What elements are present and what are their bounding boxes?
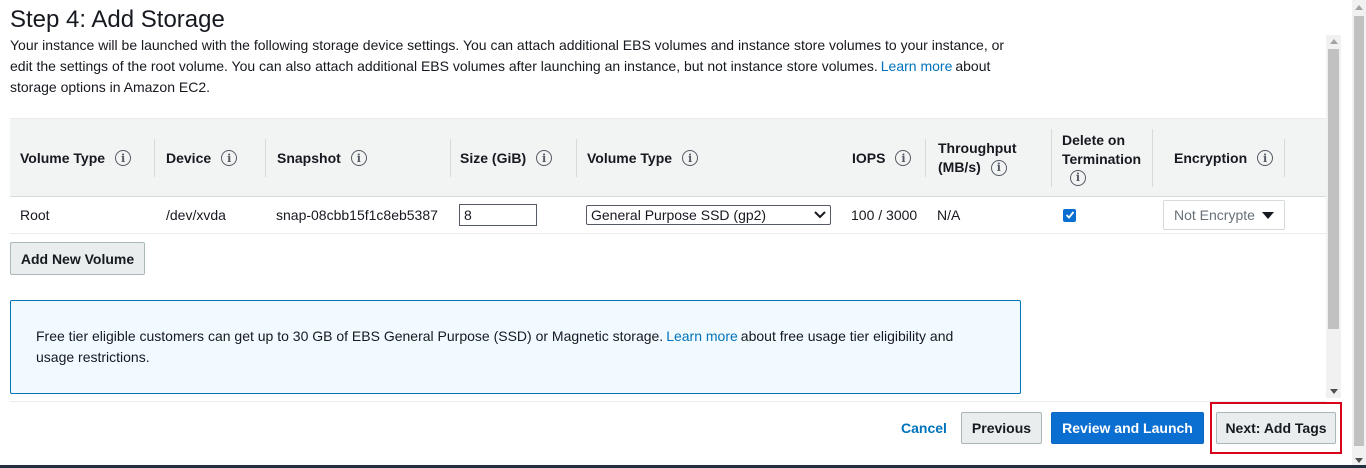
chevron-down-icon (814, 211, 826, 219)
footer-divider (10, 401, 1326, 402)
info-icon[interactable]: i (990, 159, 1007, 176)
header-label: Termination (1062, 150, 1142, 167)
header-device: Device i (166, 119, 266, 197)
table-header: Volume Type i Device i Snapshot i Size (… (10, 118, 1326, 197)
volume-type-value: General Purpose SSD (gp2) (591, 207, 767, 223)
info-icon[interactable]: i (221, 150, 238, 166)
info-box-text: Free tier eligible customers can get up … (36, 328, 664, 344)
column-divider (154, 139, 155, 177)
info-icon[interactable]: i (1257, 150, 1274, 166)
scroll-up-arrow-icon[interactable] (1355, 5, 1363, 10)
learn-more-link[interactable]: Learn more (881, 58, 953, 74)
header-size: Size (GiB) i (460, 119, 577, 197)
content-scrollbar[interactable] (1326, 35, 1341, 398)
page-scrollbar[interactable] (1352, 0, 1366, 468)
cell-throughput: N/A (937, 207, 961, 223)
header-label: Volume Type (587, 149, 673, 166)
table-row: Root /dev/xvda snap-08cbb15f1c8eb5387 Ge… (10, 197, 1326, 234)
add-new-volume-button[interactable]: Add New Volume (10, 242, 145, 275)
volume-type-select[interactable]: General Purpose SSD (gp2) (586, 205, 831, 225)
page-description: Your instance will be launched with the … (10, 35, 1020, 98)
review-and-launch-button[interactable]: Review and Launch (1051, 412, 1204, 444)
delete-on-termination-checkbox[interactable] (1063, 208, 1076, 222)
info-icon[interactable]: i (536, 150, 553, 166)
info-icon[interactable]: i (682, 150, 699, 166)
scroll-down-arrow-icon[interactable] (1330, 389, 1338, 394)
column-divider (1152, 129, 1153, 187)
cell-volume-type: Root (20, 207, 50, 223)
cell-ebs-volume-type: General Purpose SSD (gp2) (586, 197, 831, 233)
header-iops: IOPS i (852, 119, 926, 197)
scrollbar-thumb[interactable] (1328, 49, 1339, 329)
description-text: Your instance will be launched with the … (10, 37, 1005, 74)
header-stack: Delete on Termination i (1062, 131, 1141, 186)
header-encryption: Encryption i (1174, 119, 1285, 197)
scroll-down-arrow-icon[interactable] (1355, 458, 1363, 463)
header-label: Encryption (1174, 149, 1248, 166)
column-divider (265, 139, 266, 177)
header-label: Device (166, 149, 212, 166)
header-label: Delete on (1062, 131, 1126, 148)
cell-iops: 100 / 3000 (851, 207, 918, 223)
header-stack: Throughput (MB/s) i (938, 139, 1017, 177)
scroll-up-arrow-icon[interactable] (1330, 39, 1338, 44)
info-icon[interactable]: i (115, 150, 132, 166)
previous-button[interactable]: Previous (961, 412, 1042, 444)
size-input[interactable] (459, 204, 537, 226)
checkmark-icon (1065, 211, 1074, 219)
column-divider (1051, 129, 1052, 187)
header-label-row: (MB/s) i (938, 158, 1017, 177)
page-title: Step 4: Add Storage (10, 6, 225, 33)
column-divider (1284, 139, 1285, 177)
encryption-value: Not Encrypte (1174, 207, 1255, 223)
header-snapshot: Snapshot i (277, 119, 451, 197)
header-ebs-volume-type: Volume Type i (587, 119, 841, 197)
encryption-select[interactable]: Not Encrypte (1163, 200, 1285, 230)
info-icon[interactable]: i (350, 150, 367, 166)
info-icon[interactable]: i (895, 150, 912, 166)
header-label: Volume Type (20, 149, 106, 166)
column-divider (925, 139, 926, 177)
cancel-button[interactable]: Cancel (892, 412, 956, 444)
header-label: (MB/s) (938, 159, 981, 175)
header-throughput: Throughput (MB/s) i (938, 119, 1052, 197)
header-label: Size (GiB) (460, 149, 527, 166)
cell-delete-on-termination (1063, 197, 1076, 233)
caret-down-icon (1262, 211, 1274, 219)
header-label: Snapshot (277, 149, 341, 166)
learn-more-link[interactable]: Learn more (666, 328, 738, 344)
header-label: IOPS (852, 149, 886, 166)
header-volume-type: Volume Type i (20, 119, 155, 197)
cell-encryption: Not Encrypte (1163, 197, 1285, 233)
column-divider (450, 139, 451, 177)
highlight-annotation (1210, 402, 1342, 454)
cell-device: /dev/xvda (166, 207, 226, 223)
free-tier-info-box: Free tier eligible customers can get up … (10, 300, 1021, 394)
cell-snapshot: snap-08cbb15f1c8eb5387 (276, 207, 438, 223)
storage-table: Volume Type i Device i Snapshot i Size (… (10, 118, 1326, 234)
header-delete-on-termination: Delete on Termination i (1062, 119, 1153, 197)
info-icon[interactable]: i (1070, 169, 1086, 186)
column-divider (576, 139, 577, 177)
header-label: Throughput (938, 140, 1017, 156)
cell-size (459, 197, 537, 233)
page-scrollbar-thumb[interactable] (1354, 16, 1364, 446)
